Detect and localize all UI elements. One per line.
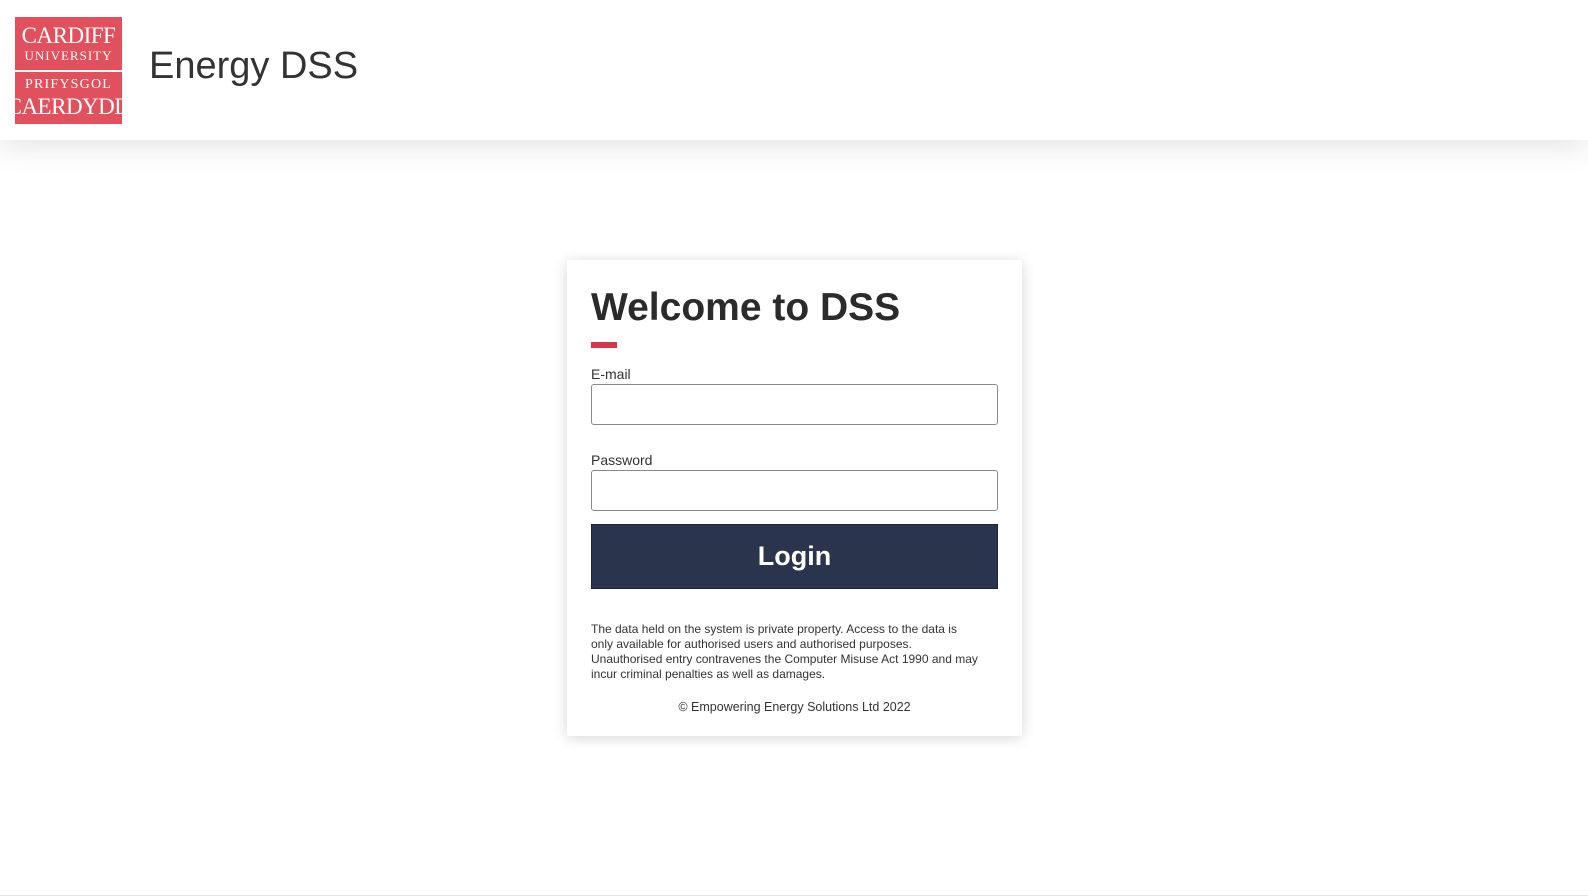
login-card: Welcome to DSS E-mail Password Login The… <box>567 260 1022 736</box>
logo-text-cardiff: CARDIFF <box>21 23 116 49</box>
title-accent-bar <box>591 342 617 348</box>
logo-bottom-half: PRIFYSGOL CAERDYDD <box>7 72 131 125</box>
app-title: Energy DSS <box>149 45 359 87</box>
app-header: CARDIFF UNIVERSITY PRIFYSGOL CAERDYDD En… <box>0 0 1588 140</box>
login-button[interactable]: Login <box>591 524 998 589</box>
password-label: Password <box>591 452 653 468</box>
password-field[interactable] <box>591 470 998 511</box>
cardiff-university-logo[interactable]: CARDIFF UNIVERSITY PRIFYSGOL CAERDYDD <box>7 17 131 125</box>
email-field[interactable] <box>591 384 998 425</box>
copyright-notice: © Empowering Energy Solutions Ltd 2022 <box>678 700 911 714</box>
legal-disclaimer: The data held on the system is private p… <box>591 622 978 681</box>
logo-text-prifysgol: PRIFYSGOL <box>24 76 113 92</box>
logo-top-half: CARDIFF UNIVERSITY <box>15 17 122 70</box>
logo-text-caerdydd: CAERDYDD <box>6 93 131 119</box>
email-label: E-mail <box>591 366 631 382</box>
page-title: Welcome to DSS <box>591 286 901 329</box>
logo-text-university: UNIVERSITY <box>24 48 113 64</box>
